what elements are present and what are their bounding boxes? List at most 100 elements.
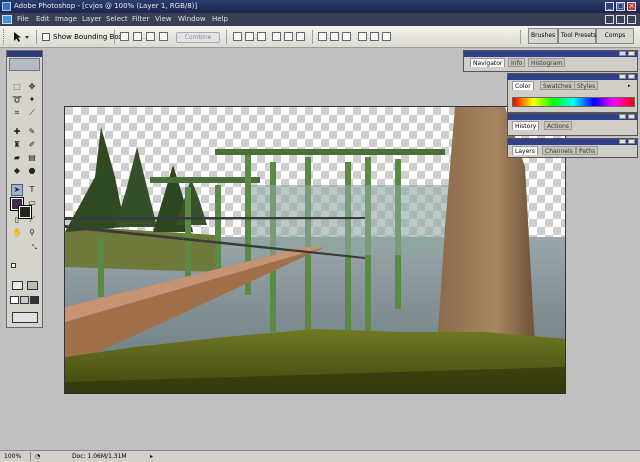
menu-window[interactable]: Window xyxy=(178,15,206,23)
doc-close-button[interactable] xyxy=(627,15,636,24)
intersect-selection-icon[interactable] xyxy=(159,32,168,41)
menu-view[interactable]: View xyxy=(155,15,172,23)
status-icon: ◔ xyxy=(35,453,41,460)
align-top-icon[interactable] xyxy=(233,32,242,41)
menu-image[interactable]: Image xyxy=(55,15,77,23)
menu-help[interactable]: Help xyxy=(212,15,228,23)
distribute-horizontal-center-icon[interactable] xyxy=(370,32,379,41)
tab-actions[interactable]: Actions xyxy=(544,121,572,130)
jump-to-imageready-icon[interactable] xyxy=(12,312,38,323)
magic-wand-tool-icon[interactable]: ✦ xyxy=(27,95,37,105)
tab-paths[interactable]: Paths xyxy=(576,146,599,155)
path-selection-tool-icon[interactable]: ➤ xyxy=(11,184,23,196)
menu-select[interactable]: Select xyxy=(106,15,128,23)
clone-stamp-tool-icon[interactable]: ♜ xyxy=(12,140,22,150)
zoom-tool-icon[interactable]: ⚲ xyxy=(27,228,37,238)
menu-file[interactable]: File xyxy=(17,15,29,23)
menu-layer[interactable]: Layer xyxy=(82,15,102,23)
full-screen-menu-mode-icon[interactable] xyxy=(20,296,29,304)
tab-navigator[interactable]: Navigator xyxy=(470,58,506,67)
gradient-tool-icon[interactable]: ▤ xyxy=(27,153,37,163)
tab-channels[interactable]: Channels xyxy=(542,146,576,155)
combine-button[interactable]: Combine xyxy=(176,32,220,43)
full-screen-mode-icon[interactable] xyxy=(30,296,39,304)
blur-tool-icon[interactable]: ◆ xyxy=(12,166,22,176)
panel-header[interactable] xyxy=(508,139,637,145)
panel-header[interactable] xyxy=(508,114,637,120)
hand-tool-icon[interactable]: ✋ xyxy=(12,228,22,238)
panel-minimize-button[interactable] xyxy=(619,114,626,119)
minimize-button[interactable]: _ xyxy=(605,2,614,11)
marquee-tool-icon[interactable]: ⬚ xyxy=(12,82,22,92)
distribute-vertical-center-icon[interactable] xyxy=(330,32,339,41)
panel-close-button[interactable] xyxy=(628,114,635,119)
brushes-well-tab[interactable]: Brushes xyxy=(528,28,558,44)
distribute-right-icon[interactable] xyxy=(382,32,391,41)
move-tool-icon[interactable]: ✥ xyxy=(27,82,37,92)
document-canvas[interactable] xyxy=(64,106,566,394)
close-button[interactable]: × xyxy=(627,2,636,11)
align-right-icon[interactable] xyxy=(296,32,305,41)
panel-menu-arrow-icon[interactable]: ▸ xyxy=(628,83,635,89)
panel-close-button[interactable] xyxy=(628,74,635,79)
default-colors-icon[interactable] xyxy=(11,263,16,268)
slice-tool-icon[interactable]: ⟋ xyxy=(27,108,37,118)
add-to-selection-icon[interactable] xyxy=(133,32,142,41)
align-bottom-icon[interactable] xyxy=(257,32,266,41)
standard-screen-mode-icon[interactable] xyxy=(10,296,19,304)
tool-presets-well-tab[interactable]: Tool Presets xyxy=(558,28,596,44)
background-color-swatch[interactable] xyxy=(18,205,32,219)
quick-mask-mode-icon[interactable] xyxy=(27,281,38,290)
adobe-online-feather-icon[interactable] xyxy=(9,58,40,71)
status-menu-arrow-icon[interactable]: ▸ xyxy=(150,453,153,460)
comps-well-tab[interactable]: Comps xyxy=(596,28,634,44)
panel-header[interactable] xyxy=(508,74,637,80)
tab-swatches[interactable]: Swatches xyxy=(540,81,575,90)
history-brush-tool-icon[interactable]: ✐ xyxy=(27,140,37,150)
eraser-tool-icon[interactable]: ▰ xyxy=(12,153,22,163)
panel-close-button[interactable] xyxy=(628,139,635,144)
panel-minimize-button[interactable] xyxy=(619,74,626,79)
standard-mode-icon[interactable] xyxy=(12,281,23,290)
swap-colors-icon[interactable]: ⤡ xyxy=(32,244,37,252)
toolbox-header[interactable] xyxy=(7,51,42,57)
dodge-tool-icon[interactable]: ● xyxy=(27,166,37,176)
tab-history[interactable]: History xyxy=(512,121,540,130)
align-horizontal-center-icon[interactable] xyxy=(284,32,293,41)
panel-close-button[interactable] xyxy=(628,51,635,56)
distribute-top-icon[interactable] xyxy=(318,32,327,41)
color-spectrum-ramp[interactable] xyxy=(512,97,635,107)
doc-restore-button[interactable] xyxy=(616,15,625,24)
show-bounding-box-checkbox[interactable] xyxy=(42,33,50,41)
separator xyxy=(226,30,227,44)
panel-minimize-button[interactable] xyxy=(619,51,626,56)
maximize-button[interactable]: □ xyxy=(616,2,625,11)
history-panel: History Actions xyxy=(507,113,638,136)
move-tool-preset-icon[interactable] xyxy=(12,31,30,43)
subtract-from-selection-icon[interactable] xyxy=(146,32,155,41)
panel-header[interactable] xyxy=(464,51,637,57)
brush-tool-icon[interactable]: ✎ xyxy=(27,127,37,137)
crop-tool-icon[interactable]: ⌗ xyxy=(12,108,22,118)
align-vertical-center-icon[interactable] xyxy=(245,32,254,41)
tab-layers[interactable]: Layers xyxy=(512,146,538,155)
tab-styles[interactable]: Styles xyxy=(574,81,599,90)
document-icon[interactable] xyxy=(2,15,12,24)
align-left-icon[interactable] xyxy=(272,32,281,41)
doc-minimize-button[interactable] xyxy=(605,15,614,24)
menu-filter[interactable]: Filter xyxy=(132,15,149,23)
menu-edit[interactable]: Edit xyxy=(36,15,50,23)
healing-brush-tool-icon[interactable]: ✚ xyxy=(12,127,22,137)
new-selection-icon[interactable] xyxy=(120,32,129,41)
lasso-tool-icon[interactable]: ➰ xyxy=(12,95,22,105)
zoom-level[interactable]: 100% xyxy=(4,453,21,460)
panel-minimize-button[interactable] xyxy=(619,139,626,144)
options-grip[interactable] xyxy=(3,29,6,45)
type-tool-icon[interactable]: T xyxy=(27,185,37,195)
distribute-left-icon[interactable] xyxy=(358,32,367,41)
tab-histogram[interactable]: Histogram xyxy=(528,58,566,67)
distribute-bottom-icon[interactable] xyxy=(342,32,351,41)
tab-info[interactable]: Info xyxy=(508,58,526,67)
toolbox: ⬚ ✥ ➰ ✦ ⌗ ⟋ ✚ ✎ ♜ ✐ ▰ ▤ ◆ ● ➤ T ✒ ▭ ▯ ⟋ … xyxy=(6,50,43,328)
tab-color[interactable]: Color xyxy=(512,81,534,90)
